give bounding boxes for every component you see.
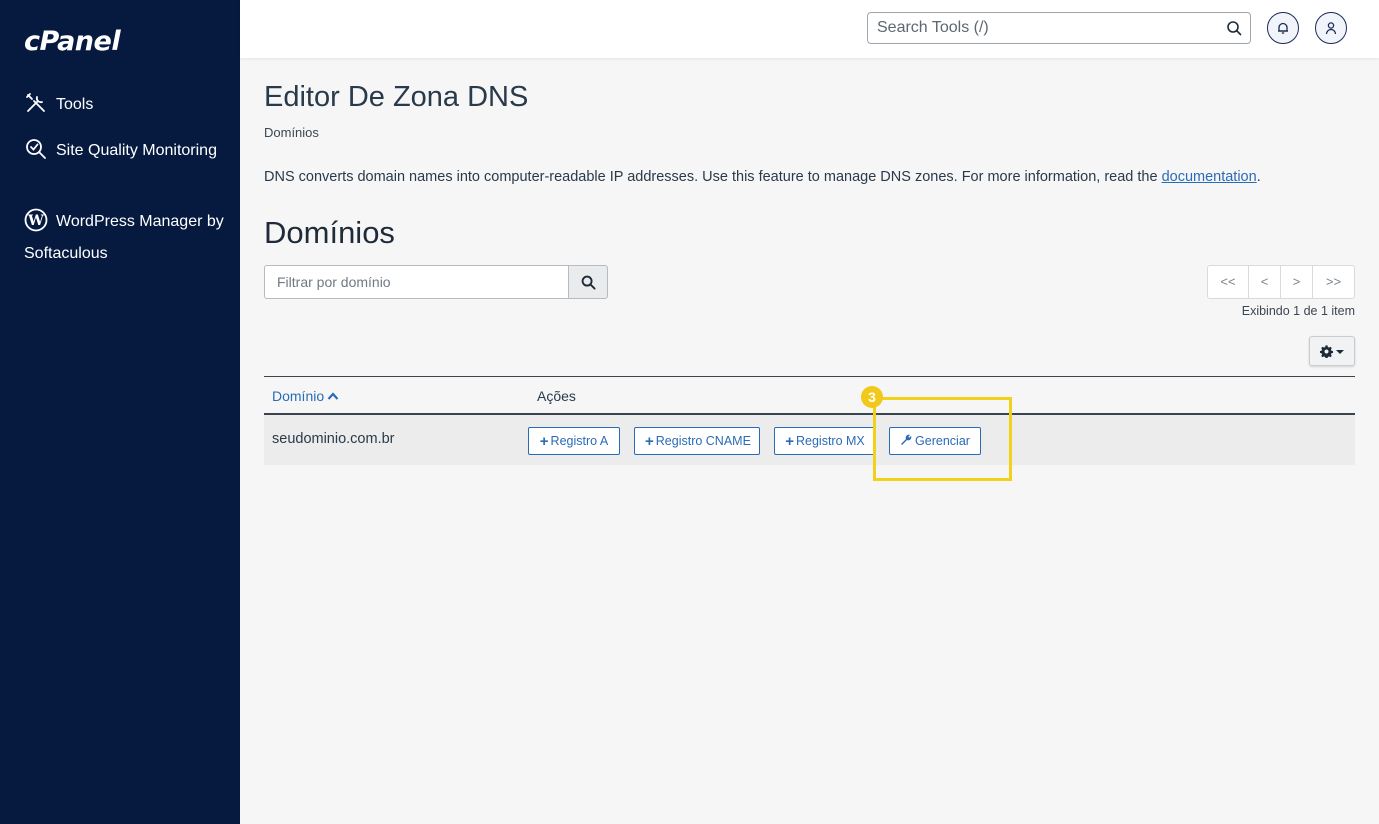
add-cname-record-button[interactable]: + Registro CNAME [634, 427, 760, 455]
sidebar-item-wordpress[interactable]: W WordPress Manager by Softaculous [24, 206, 224, 270]
step-badge: 3 [861, 386, 883, 408]
last-page-button[interactable]: >> [1312, 266, 1354, 298]
sidebar: cPanel Tools Site Quality Monitoring W W… [0, 0, 240, 824]
topbar [240, 0, 1379, 58]
search-icon [581, 275, 596, 290]
page-title: Editor De Zona DNS [264, 81, 529, 113]
chevron-down-icon [1336, 350, 1344, 354]
button-label: Registro CNAME [655, 434, 751, 448]
bell-icon [1278, 22, 1288, 34]
sidebar-item-label: Site Quality Monitoring [56, 142, 217, 159]
domain-cell: seudominio.com.br [272, 431, 395, 447]
button-label: Registro A [550, 434, 609, 448]
wordpress-icon: W [24, 208, 48, 232]
sidebar-item-label: WordPress Manager by Softaculous [24, 213, 224, 262]
pagination: << < > >> [1207, 265, 1355, 299]
documentation-link[interactable]: documentation [1162, 169, 1257, 185]
gear-icon [1320, 345, 1333, 358]
column-header-domain[interactable]: Domínio [272, 388, 339, 404]
plus-icon: + [645, 433, 654, 450]
breadcrumb: Domínios [264, 125, 319, 140]
button-label: Registro MX [795, 434, 865, 448]
user-menu-button[interactable] [1315, 12, 1347, 44]
domain-filter-input[interactable] [264, 265, 570, 299]
cpanel-logo[interactable]: cPanel [24, 26, 121, 57]
column-header-label: Domínio [272, 388, 325, 404]
svg-text:W: W [27, 213, 44, 229]
table-header: Domínio Ações [264, 377, 1355, 415]
sidebar-item-label: Tools [56, 96, 94, 113]
domains-table: Domínio Ações seudominio.com.br + Registr… [264, 376, 1355, 465]
notifications-button[interactable] [1267, 12, 1299, 44]
settings-dropdown-button[interactable] [1309, 336, 1355, 366]
first-page-button[interactable]: << [1208, 266, 1248, 298]
pagination-summary: Exibindo 1 de 1 item [1241, 304, 1355, 318]
sidebar-item-site-quality[interactable]: Site Quality Monitoring [24, 136, 224, 166]
search-icon[interactable] [1226, 20, 1242, 36]
sidebar-item-tools[interactable]: Tools [24, 90, 224, 120]
description-text: DNS converts domain names into computer-… [264, 169, 1162, 185]
search-input[interactable] [868, 13, 1208, 43]
sort-ascending-icon [327, 392, 339, 400]
table-row: seudominio.com.br + Registro A + Registro … [264, 415, 1355, 465]
tools-icon [26, 93, 45, 112]
domain-filter [264, 265, 608, 299]
add-a-record-button[interactable]: + Registro A [528, 427, 620, 455]
user-icon [1325, 22, 1337, 35]
page-description: DNS converts domain names into computer-… [264, 169, 1261, 185]
step-highlight-box [873, 397, 1012, 481]
plus-icon: + [785, 433, 794, 450]
add-mx-record-button[interactable]: + Registro MX [774, 427, 876, 455]
filter-search-button[interactable] [568, 265, 608, 299]
plus-icon: + [539, 433, 549, 450]
site-quality-icon [26, 139, 46, 159]
description-suffix: . [1256, 169, 1261, 185]
column-header-actions: Ações [537, 388, 576, 404]
next-page-button[interactable]: > [1280, 266, 1312, 298]
prev-page-button[interactable]: < [1248, 266, 1280, 298]
search-tools [867, 12, 1251, 44]
section-title: Domínios [264, 215, 395, 250]
